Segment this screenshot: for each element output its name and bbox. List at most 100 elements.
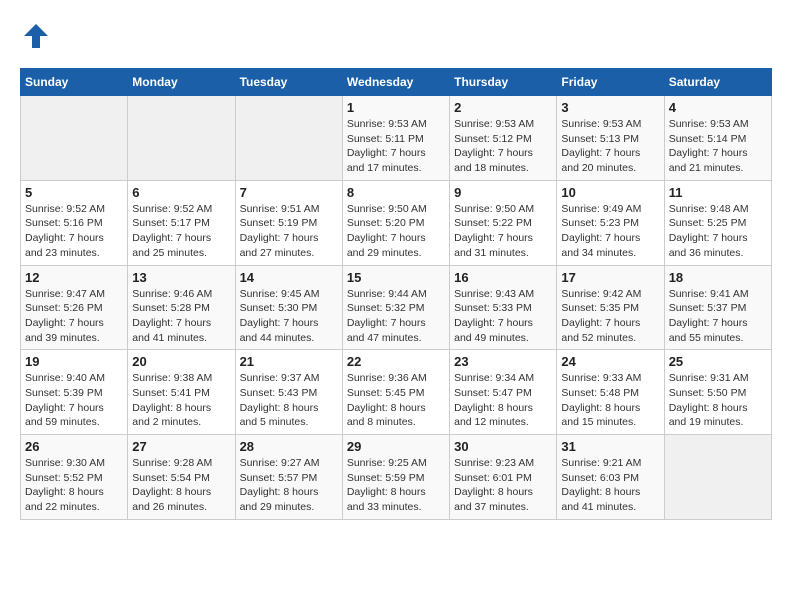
day-info: Sunrise: 9:33 AM Sunset: 5:48 PM Dayligh… <box>561 371 659 430</box>
calendar-cell: 16 Sunrise: 9:43 AM Sunset: 5:33 PM Dayli… <box>450 265 557 350</box>
day-number: 25 <box>669 354 767 369</box>
calendar-cell: 5 Sunrise: 9:52 AM Sunset: 5:16 PM Daylig… <box>21 180 128 265</box>
day-info: Sunrise: 9:52 AM Sunset: 5:16 PM Dayligh… <box>25 202 123 261</box>
header-tuesday: Tuesday <box>235 69 342 96</box>
day-number: 7 <box>240 185 338 200</box>
calendar-cell: 15 Sunrise: 9:44 AM Sunset: 5:32 PM Dayli… <box>342 265 449 350</box>
day-info: Sunrise: 9:48 AM Sunset: 5:25 PM Dayligh… <box>669 202 767 261</box>
day-info: Sunrise: 9:40 AM Sunset: 5:39 PM Dayligh… <box>25 371 123 430</box>
day-number: 16 <box>454 270 552 285</box>
calendar-cell: 23 Sunrise: 9:34 AM Sunset: 5:47 PM Dayli… <box>450 350 557 435</box>
day-number: 1 <box>347 100 445 115</box>
calendar-week-row: 19 Sunrise: 9:40 AM Sunset: 5:39 PM Dayli… <box>21 350 772 435</box>
calendar-cell: 27Sunrise: 9:28 AM Sunset: 5:54 PM Dayli… <box>128 435 235 520</box>
calendar-cell: 22 Sunrise: 9:36 AM Sunset: 5:45 PM Dayli… <box>342 350 449 435</box>
calendar-cell: 19 Sunrise: 9:40 AM Sunset: 5:39 PM Dayli… <box>21 350 128 435</box>
calendar-cell <box>664 435 771 520</box>
day-info: Sunrise: 9:36 AM Sunset: 5:45 PM Dayligh… <box>347 371 445 430</box>
header-monday: Monday <box>128 69 235 96</box>
day-info: Sunrise: 9:50 AM Sunset: 5:20 PM Dayligh… <box>347 202 445 261</box>
day-info: Sunrise: 9:52 AM Sunset: 5:17 PM Dayligh… <box>132 202 230 261</box>
calendar-cell: 21 Sunrise: 9:37 AM Sunset: 5:43 PM Dayli… <box>235 350 342 435</box>
day-info: Sunrise: 9:51 AM Sunset: 5:19 PM Dayligh… <box>240 202 338 261</box>
calendar-cell: 30Sunrise: 9:23 AM Sunset: 6:01 PM Dayli… <box>450 435 557 520</box>
day-info: Sunrise: 9:53 AM Sunset: 5:13 PM Dayligh… <box>561 117 659 176</box>
calendar-cell: 14 Sunrise: 9:45 AM Sunset: 5:30 PM Dayli… <box>235 265 342 350</box>
day-info: Sunrise: 9:45 AM Sunset: 5:30 PM Dayligh… <box>240 287 338 346</box>
day-info: Sunrise: 9:46 AM Sunset: 5:28 PM Dayligh… <box>132 287 230 346</box>
calendar-cell: 10 Sunrise: 9:49 AM Sunset: 5:23 PM Dayli… <box>557 180 664 265</box>
day-number: 8 <box>347 185 445 200</box>
calendar-cell: 1Sunrise: 9:53 AM Sunset: 5:11 PM Daylig… <box>342 96 449 181</box>
day-info: Sunrise: 9:23 AM Sunset: 6:01 PM Dayligh… <box>454 456 552 515</box>
day-info: Sunrise: 9:25 AM Sunset: 5:59 PM Dayligh… <box>347 456 445 515</box>
day-number: 14 <box>240 270 338 285</box>
calendar-week-row: 1Sunrise: 9:53 AM Sunset: 5:11 PM Daylig… <box>21 96 772 181</box>
header-friday: Friday <box>557 69 664 96</box>
header-sunday: Sunday <box>21 69 128 96</box>
day-number: 6 <box>132 185 230 200</box>
calendar-cell: 6 Sunrise: 9:52 AM Sunset: 5:17 PM Daylig… <box>128 180 235 265</box>
day-number: 21 <box>240 354 338 369</box>
day-number: 20 <box>132 354 230 369</box>
logo-icon <box>20 20 52 52</box>
day-number: 15 <box>347 270 445 285</box>
day-info: Sunrise: 9:41 AM Sunset: 5:37 PM Dayligh… <box>669 287 767 346</box>
day-number: 12 <box>25 270 123 285</box>
day-number: 9 <box>454 185 552 200</box>
day-info: Sunrise: 9:27 AM Sunset: 5:57 PM Dayligh… <box>240 456 338 515</box>
day-info: Sunrise: 9:49 AM Sunset: 5:23 PM Dayligh… <box>561 202 659 261</box>
day-number: 26 <box>25 439 123 454</box>
day-number: 22 <box>347 354 445 369</box>
calendar-cell: 4 Sunrise: 9:53 AM Sunset: 5:14 PM Daylig… <box>664 96 771 181</box>
calendar-week-row: 5 Sunrise: 9:52 AM Sunset: 5:16 PM Daylig… <box>21 180 772 265</box>
day-info: Sunrise: 9:30 AM Sunset: 5:52 PM Dayligh… <box>25 456 123 515</box>
day-info: Sunrise: 9:53 AM Sunset: 5:12 PM Dayligh… <box>454 117 552 176</box>
calendar-header-row: SundayMondayTuesdayWednesdayThursdayFrid… <box>21 69 772 96</box>
calendar-cell: 7 Sunrise: 9:51 AM Sunset: 5:19 PM Daylig… <box>235 180 342 265</box>
day-number: 5 <box>25 185 123 200</box>
calendar-cell: 18Sunrise: 9:41 AM Sunset: 5:37 PM Dayli… <box>664 265 771 350</box>
day-number: 19 <box>25 354 123 369</box>
calendar-cell: 20 Sunrise: 9:38 AM Sunset: 5:41 PM Dayli… <box>128 350 235 435</box>
day-number: 4 <box>669 100 767 115</box>
day-info: Sunrise: 9:21 AM Sunset: 6:03 PM Dayligh… <box>561 456 659 515</box>
calendar-cell <box>235 96 342 181</box>
day-number: 24 <box>561 354 659 369</box>
calendar-cell: 26 Sunrise: 9:30 AM Sunset: 5:52 PM Dayli… <box>21 435 128 520</box>
day-info: Sunrise: 9:53 AM Sunset: 5:14 PM Dayligh… <box>669 117 767 176</box>
day-info: Sunrise: 9:37 AM Sunset: 5:43 PM Dayligh… <box>240 371 338 430</box>
calendar-cell: 31Sunrise: 9:21 AM Sunset: 6:03 PM Dayli… <box>557 435 664 520</box>
calendar-week-row: 26 Sunrise: 9:30 AM Sunset: 5:52 PM Dayli… <box>21 435 772 520</box>
calendar-cell: 2 Sunrise: 9:53 AM Sunset: 5:12 PM Daylig… <box>450 96 557 181</box>
day-info: Sunrise: 9:43 AM Sunset: 5:33 PM Dayligh… <box>454 287 552 346</box>
day-info: Sunrise: 9:38 AM Sunset: 5:41 PM Dayligh… <box>132 371 230 430</box>
calendar-cell: 13Sunrise: 9:46 AM Sunset: 5:28 PM Dayli… <box>128 265 235 350</box>
calendar-cell: 9 Sunrise: 9:50 AM Sunset: 5:22 PM Daylig… <box>450 180 557 265</box>
page-header <box>20 20 772 52</box>
calendar-cell: 25Sunrise: 9:31 AM Sunset: 5:50 PM Dayli… <box>664 350 771 435</box>
calendar-cell: 3Sunrise: 9:53 AM Sunset: 5:13 PM Daylig… <box>557 96 664 181</box>
day-number: 28 <box>240 439 338 454</box>
day-info: Sunrise: 9:50 AM Sunset: 5:22 PM Dayligh… <box>454 202 552 261</box>
calendar-cell <box>128 96 235 181</box>
calendar-cell: 29 Sunrise: 9:25 AM Sunset: 5:59 PM Dayli… <box>342 435 449 520</box>
header-saturday: Saturday <box>664 69 771 96</box>
day-number: 10 <box>561 185 659 200</box>
day-number: 27 <box>132 439 230 454</box>
calendar-table: SundayMondayTuesdayWednesdayThursdayFrid… <box>20 68 772 520</box>
day-number: 2 <box>454 100 552 115</box>
calendar-week-row: 12 Sunrise: 9:47 AM Sunset: 5:26 PM Dayli… <box>21 265 772 350</box>
day-number: 23 <box>454 354 552 369</box>
calendar-cell: 11 Sunrise: 9:48 AM Sunset: 5:25 PM Dayli… <box>664 180 771 265</box>
day-info: Sunrise: 9:44 AM Sunset: 5:32 PM Dayligh… <box>347 287 445 346</box>
calendar-cell: 28 Sunrise: 9:27 AM Sunset: 5:57 PM Dayli… <box>235 435 342 520</box>
header-wednesday: Wednesday <box>342 69 449 96</box>
day-info: Sunrise: 9:47 AM Sunset: 5:26 PM Dayligh… <box>25 287 123 346</box>
calendar-cell: 24 Sunrise: 9:33 AM Sunset: 5:48 PM Dayli… <box>557 350 664 435</box>
day-info: Sunrise: 9:34 AM Sunset: 5:47 PM Dayligh… <box>454 371 552 430</box>
calendar-cell <box>21 96 128 181</box>
day-number: 11 <box>669 185 767 200</box>
day-number: 17 <box>561 270 659 285</box>
day-number: 29 <box>347 439 445 454</box>
